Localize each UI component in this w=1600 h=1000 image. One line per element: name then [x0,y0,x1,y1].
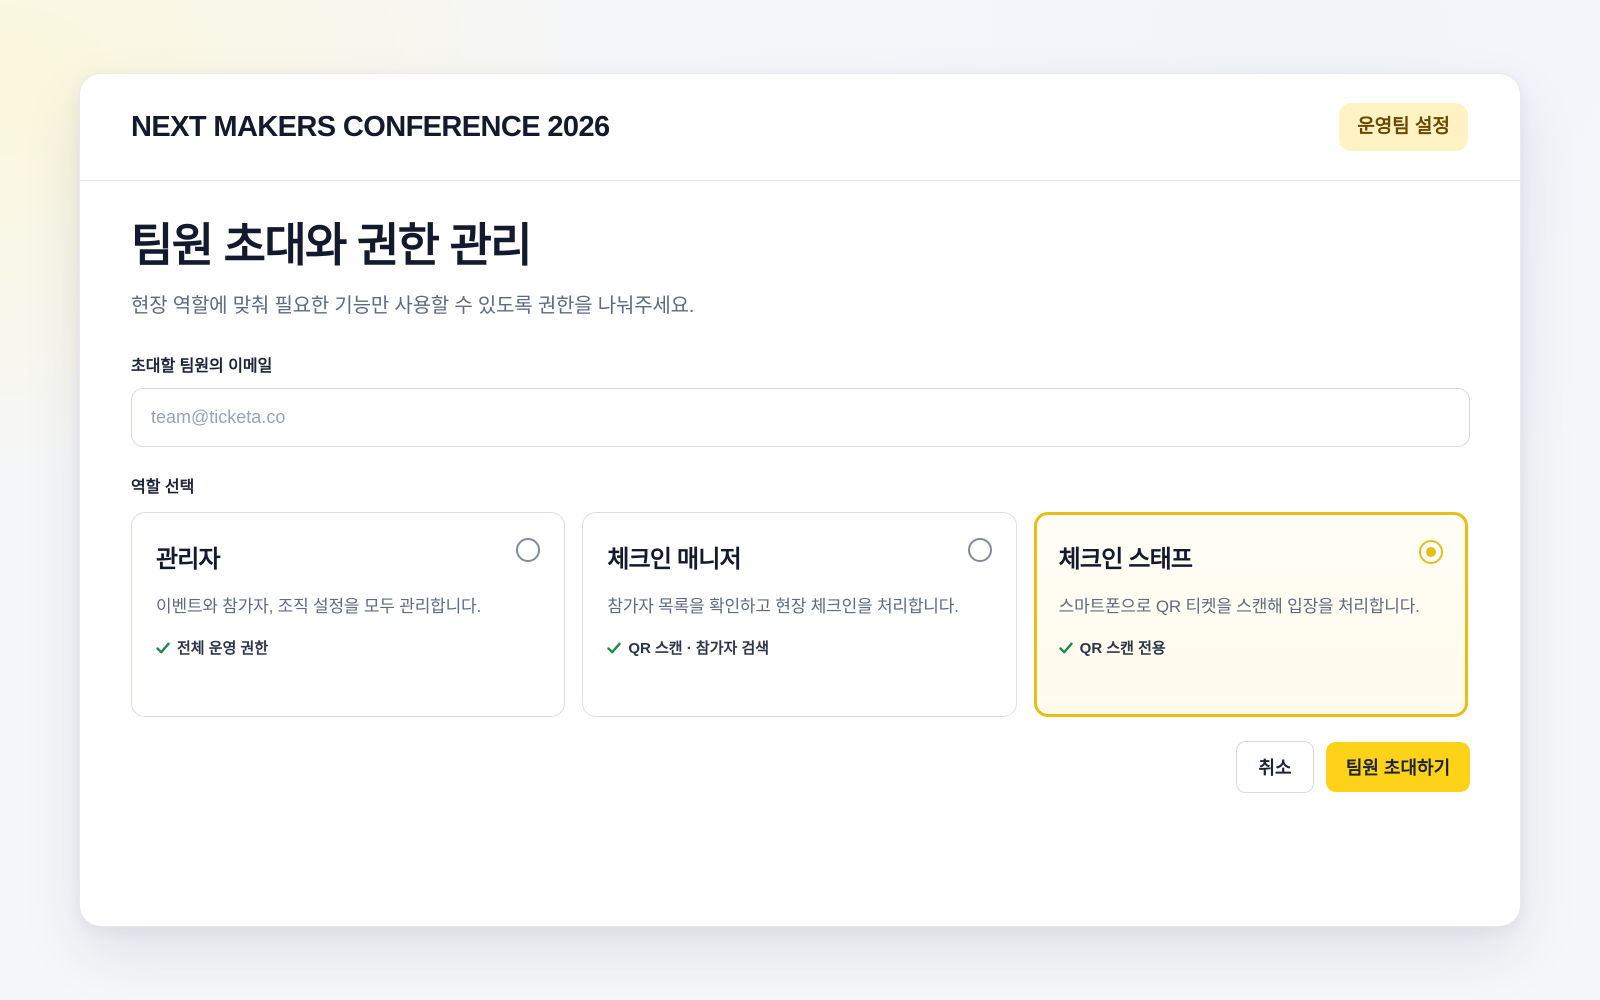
role-title: 체크인 스태프 [1058,546,1193,573]
radio-icon[interactable] [967,538,992,562]
role-description: 참가자 목록을 확인하고 현장 체크인을 처리합니다. [607,597,959,616]
invite-button[interactable]: 팀원 초대하기 [1326,742,1470,792]
role-permission-label: QR 스캔 · 참가자 검색 [628,640,770,657]
event-name: NEXT MAKERS CONFERENCE 2026 [131,110,610,143]
role-options: 관리자 이벤트와 참가자, 조직 설정을 모두 관리합니다. 전체 운영 권한 … [131,512,1468,717]
invite-card: NEXT MAKERS CONFERENCE 2026 운영팀 설정 팀원 초대… [79,73,1521,927]
role-title: 관리자 [156,546,221,573]
card-header: NEXT MAKERS CONFERENCE 2026 운영팀 설정 [80,74,1520,181]
page-title: 팀원 초대와 권한 관리 [131,219,533,271]
role-option-checkin-manager[interactable]: 체크인 매니저 참가자 목록을 확인하고 현장 체크인을 처리합니다. QR 스… [582,512,1017,717]
role-permission: QR 스캔 · 참가자 검색 [607,637,991,658]
card-body: 팀원 초대와 권한 관리 현장 역할에 맞춰 필요한 기능만 사용할 수 있도록… [80,181,1520,793]
role-permission-label: 전체 운영 권한 [177,640,269,657]
check-icon [1058,642,1073,653]
email-field-label: 초대할 팀원의 이메일 [131,358,273,375]
page-subtitle: 현장 역할에 맞춰 필요한 기능만 사용할 수 있도록 권한을 나눠주세요. [131,295,695,317]
email-field[interactable] [131,388,1470,447]
check-icon [607,642,622,653]
role-permission: QR 스캔 전용 [1058,637,1443,658]
check-icon [156,642,170,653]
radio-selected-icon[interactable] [1418,540,1443,564]
role-permission: 전체 운영 권한 [156,637,540,658]
role-description: 이벤트와 참가자, 조직 설정을 모두 관리합니다. [156,597,482,616]
role-option-checkin-staff[interactable]: 체크인 스태프 스마트폰으로 QR 티켓을 스캔해 입장을 처리합니다. QR … [1033,512,1468,717]
role-title: 체크인 매니저 [607,546,741,573]
role-option-admin[interactable]: 관리자 이벤트와 참가자, 조직 설정을 모두 관리합니다. 전체 운영 권한 [131,512,566,717]
role-description: 스마트폰으로 QR 티켓을 스캔해 입장을 처리합니다. [1058,597,1420,616]
settings-badge[interactable]: 운영팀 설정 [1339,103,1468,151]
cancel-button[interactable]: 취소 [1236,741,1314,793]
form-actions: 취소 팀원 초대하기 [131,741,1470,793]
role-permission-label: QR 스캔 전용 [1079,640,1166,657]
role-section-label: 역할 선택 [131,479,195,496]
